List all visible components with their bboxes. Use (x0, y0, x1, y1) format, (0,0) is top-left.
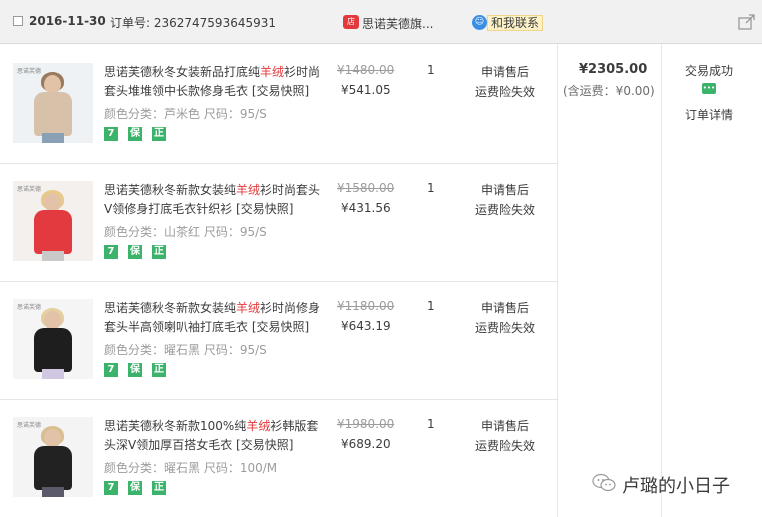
product-image[interactable]: 思诺芙德 (13, 181, 93, 261)
column-divider (557, 44, 558, 517)
product-spec: 颜色分类：山茶红 尺码：95/S (104, 225, 267, 239)
shipping-insurance-status: 运费险失效 (475, 203, 536, 217)
shipping-insurance-status: 运费险失效 (475, 321, 536, 335)
order-status: 交易成功 (685, 64, 734, 78)
genuine-icon[interactable]: 正 (152, 481, 166, 495)
shop-name-link[interactable]: 思诺芙德旗... (362, 15, 433, 32)
original-price: ¥1180.00 (337, 299, 395, 313)
order-item: 思诺芙德 思诺芙德秋冬新款100%纯羊绒衫韩版套头深V领加厚百搭女毛衣 [交易快… (0, 399, 557, 517)
after-sale-link[interactable]: 申请售后 (481, 181, 529, 198)
genuine-icon[interactable]: 正 (152, 127, 166, 141)
column-divider (661, 44, 662, 517)
order-number: 订单号: 2362747593645931 (110, 16, 277, 30)
order-item: 思诺芙德 思诺芙德秋冬女装新品打底纯羊绒衫时尚套头堆堆领中长款修身毛衣 [交易快… (0, 45, 557, 163)
chat-icon[interactable]: ☺ (472, 15, 487, 30)
quantity: 1 (427, 417, 435, 431)
product-title-link[interactable]: 思诺芙德秋冬新款100%纯羊绒衫韩版套头深V领加厚百搭女毛衣 [交易快照] (104, 417, 326, 455)
genuine-icon[interactable]: 正 (152, 363, 166, 377)
wechat-icon (592, 473, 616, 492)
contact-seller-button[interactable]: 和我联系 (487, 15, 544, 31)
quantity: 1 (427, 299, 435, 313)
message-icon[interactable]: ••• (702, 83, 716, 94)
product-title-link[interactable]: 思诺芙德秋冬新款女装纯羊绒衫时尚套头V领修身打底毛衣针织衫 [交易快照] (104, 181, 326, 219)
seven-day-return-icon[interactable]: 7 (104, 245, 118, 259)
after-sale-link[interactable]: 申请售后 (481, 63, 529, 80)
order-item: 思诺芙德 思诺芙德秋冬新款女装纯羊绒衫时尚套头V领修身打底毛衣针织衫 [交易快照… (0, 163, 557, 281)
original-price: ¥1480.00 (337, 63, 395, 77)
product-image[interactable]: 思诺芙德 (13, 417, 93, 497)
paid-price: ¥689.20 (341, 437, 391, 451)
shipping-insurance-status: 运费险失效 (475, 439, 536, 453)
product-spec: 颜色分类：曜石黑 尺码：100/M (104, 461, 278, 475)
guarantee-icon[interactable]: 保 (128, 127, 142, 141)
order-total: ¥2305.00 (579, 62, 648, 77)
paid-price: ¥643.19 (341, 319, 391, 333)
after-sale-link[interactable]: 申请售后 (481, 417, 529, 434)
genuine-icon[interactable]: 正 (152, 245, 166, 259)
seven-day-return-icon[interactable]: 7 (104, 481, 118, 495)
watermark-text: 卢璐的小日子 (622, 476, 730, 497)
quantity: 1 (427, 63, 435, 77)
guarantee-icon[interactable]: 保 (128, 481, 142, 495)
seven-day-return-icon[interactable]: 7 (104, 127, 118, 141)
order-select-checkbox[interactable] (13, 16, 23, 26)
shipping-insurance-status: 运费险失效 (475, 85, 536, 99)
paid-price: ¥431.56 (341, 201, 391, 215)
guarantee-icon[interactable]: 保 (128, 245, 142, 259)
order-detail-link[interactable]: 订单详情 (685, 106, 733, 123)
order-date: 2016-11-30 (29, 14, 106, 28)
quantity: 1 (427, 181, 435, 195)
shipping-fee: (含运费：¥0.00) (563, 84, 655, 98)
after-sale-link[interactable]: 申请售后 (481, 299, 529, 316)
original-price: ¥1580.00 (337, 181, 395, 195)
guarantee-icon[interactable]: 保 (128, 363, 142, 377)
shop-badge-icon: 店 (343, 15, 359, 29)
product-spec: 颜色分类：芦米色 尺码：95/S (104, 107, 267, 121)
paid-price: ¥541.05 (341, 83, 391, 97)
order-header: 2016-11-30 订单号: 2362747593645931 店 思诺芙德旗… (0, 0, 762, 44)
product-title-link[interactable]: 思诺芙德秋冬女装新品打底纯羊绒衫时尚套头堆堆领中长款修身毛衣 [交易快照] (104, 63, 326, 101)
product-title-link[interactable]: 思诺芙德秋冬新款女装纯羊绒衫时尚修身套头半高领喇叭袖打底毛衣 [交易快照] (104, 299, 326, 337)
product-image[interactable]: 思诺芙德 (13, 299, 93, 379)
seven-day-return-icon[interactable]: 7 (104, 363, 118, 377)
order-item: 思诺芙德 思诺芙德秋冬新款女装纯羊绒衫时尚修身套头半高领喇叭袖打底毛衣 [交易快… (0, 281, 557, 399)
product-spec: 颜色分类：曜石黑 尺码：95/S (104, 343, 267, 357)
share-icon[interactable] (738, 14, 756, 30)
original-price: ¥1980.00 (337, 417, 395, 431)
product-image[interactable]: 思诺芙德 (13, 63, 93, 143)
